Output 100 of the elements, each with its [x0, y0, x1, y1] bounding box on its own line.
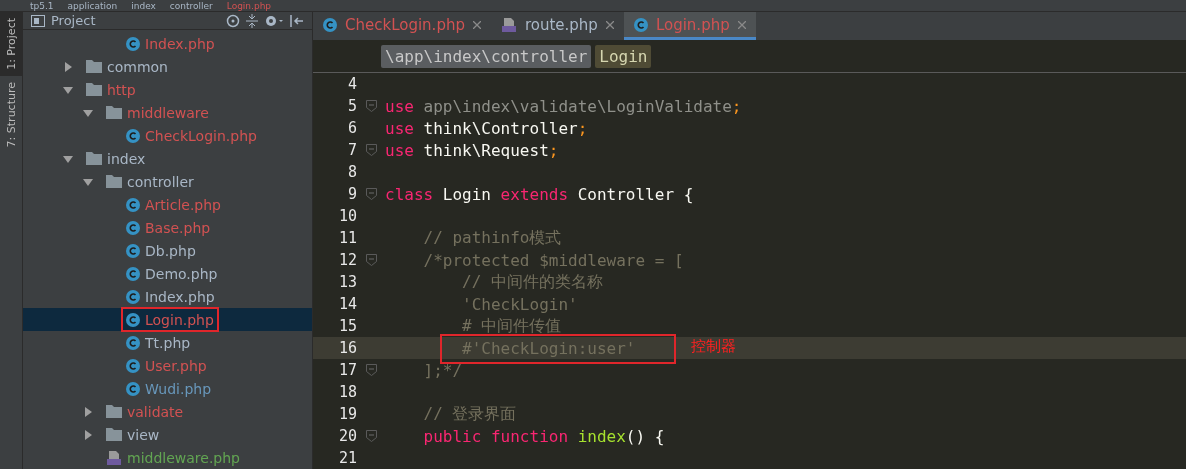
line-number: 11: [337, 229, 357, 247]
folder-icon: [106, 428, 122, 441]
tree-item-label[interactable]: common: [107, 58, 168, 75]
editor-tab[interactable]: route.php: [490, 12, 624, 40]
tree-item-label[interactable]: Wudi.php: [145, 380, 212, 397]
class-icon: [126, 36, 140, 51]
tree-item-label[interactable]: CheckLogin.php: [145, 127, 257, 144]
class-icon: [126, 312, 140, 327]
hide-panel-icon[interactable]: [290, 13, 304, 28]
tree-row[interactable]: common: [23, 55, 312, 78]
tree-item-label[interactable]: Article.php: [145, 196, 221, 213]
breadcrumb-item[interactable]: tp5.1: [30, 1, 54, 11]
fold-marker-icon[interactable]: [365, 188, 377, 200]
tree-item-label[interactable]: validate: [127, 403, 184, 420]
tree-row[interactable]: middleware.php: [23, 446, 312, 469]
code-breadcrumb[interactable]: Login: [595, 44, 652, 68]
tree-row[interactable]: controller: [23, 170, 312, 193]
line-number: 5: [346, 97, 357, 115]
folder-icon: [86, 60, 102, 73]
tree-item-label[interactable]: User.php: [145, 357, 207, 374]
tree-item-label[interactable]: Db.php: [145, 242, 196, 259]
tree-item-label[interactable]: Index.php: [145, 288, 215, 305]
editor-tab[interactable]: CheckLogin.php: [313, 12, 491, 40]
class-icon: [126, 381, 140, 396]
tree-row[interactable]: Db.php: [23, 239, 312, 262]
line-number: 20: [337, 427, 357, 445]
tree-row[interactable]: Base.php: [23, 216, 312, 239]
fold-marker-icon[interactable]: [365, 144, 377, 156]
close-icon[interactable]: [737, 20, 746, 29]
line-number: 8: [346, 163, 357, 181]
panel-title[interactable]: Project: [51, 13, 220, 28]
settings-icon[interactable]: [264, 13, 284, 28]
tree-row[interactable]: Wudi.php: [23, 377, 312, 400]
tree-item-label[interactable]: Login.php: [145, 311, 214, 328]
collapsed-arrow-icon[interactable]: [83, 429, 93, 440]
code-text: // 登录界面: [422, 403, 517, 425]
tree-row[interactable]: CheckLogin.php: [23, 124, 312, 147]
fold-marker-icon[interactable]: [365, 254, 377, 266]
code-text: /*protected $middleware = [: [422, 250, 684, 270]
tree-item-label[interactable]: Index.php: [145, 35, 215, 52]
line-number: 14: [337, 295, 357, 313]
line-number: 12: [337, 251, 357, 269]
code-text: // 中间件的类名称: [461, 271, 603, 293]
project-icon: [31, 14, 45, 27]
php-file-icon: [500, 16, 517, 33]
breadcrumb-item[interactable]: application: [67, 1, 118, 11]
tree-item-label[interactable]: index: [107, 150, 146, 167]
breadcrumb-item[interactable]: controller: [169, 1, 213, 11]
collapsed-arrow-icon[interactable]: [83, 406, 93, 417]
fold-marker-icon[interactable]: [365, 100, 377, 112]
code-text: # 中间件传值: [461, 315, 562, 337]
line-number: 7: [346, 141, 357, 159]
tree-row[interactable]: view: [23, 423, 312, 446]
breadcrumb-item[interactable]: Login.php: [226, 1, 272, 11]
line-number: 4: [346, 75, 357, 93]
fold-marker-icon[interactable]: [365, 430, 377, 442]
tree-item-label[interactable]: Demo.php: [145, 265, 218, 282]
expanded-arrow-icon[interactable]: [63, 153, 73, 164]
class-icon: [126, 128, 140, 143]
line-number: 9: [346, 185, 357, 203]
line-number: 16: [337, 339, 357, 357]
tool-window-tab[interactable]: 1: Project: [0, 12, 22, 76]
line-number: 13: [337, 273, 357, 291]
tree-row[interactable]: Tt.php: [23, 331, 312, 354]
tree-row[interactable]: User.php: [23, 354, 312, 377]
code-text: use app\index\validate\LoginValidate;: [385, 96, 742, 116]
tree-item-label[interactable]: Tt.php: [145, 334, 191, 351]
tree-item-label[interactable]: Base.php: [145, 219, 211, 236]
folder-icon: [86, 152, 102, 165]
tree-row[interactable]: Index.php: [23, 32, 312, 55]
line-number: 10: [337, 207, 357, 225]
close-icon[interactable]: [472, 20, 481, 29]
close-icon[interactable]: [605, 20, 614, 29]
expanded-arrow-icon[interactable]: [83, 107, 93, 118]
collapsed-arrow-icon[interactable]: [63, 61, 73, 72]
expanded-arrow-icon[interactable]: [83, 176, 93, 187]
line-number: 15: [337, 317, 357, 335]
target-icon[interactable]: [226, 13, 240, 28]
expanded-arrow-icon[interactable]: [63, 84, 73, 95]
tool-window-tab[interactable]: 7: Structure: [0, 75, 22, 154]
tree-item-label[interactable]: view: [127, 426, 160, 443]
tree-row[interactable]: Demo.php: [23, 262, 312, 285]
code-breadcrumb[interactable]: \app\index\controller: [381, 44, 592, 68]
tree-row[interactable]: Login.php: [23, 308, 312, 331]
tree-item-label[interactable]: http: [107, 81, 136, 98]
tree-row[interactable]: middleware: [23, 101, 312, 124]
tree-item-label[interactable]: controller: [127, 173, 194, 190]
tree-item-label[interactable]: middleware.php: [127, 449, 240, 466]
tree-item-label[interactable]: middleware: [127, 104, 209, 121]
class-icon: [126, 358, 140, 373]
tree-row[interactable]: Index.php: [23, 285, 312, 308]
tree-row[interactable]: index: [23, 147, 312, 170]
tree-row[interactable]: http: [23, 78, 312, 101]
breadcrumb-item[interactable]: index: [131, 1, 156, 11]
code-text: #'CheckLogin:user': [461, 338, 636, 358]
fold-marker-icon[interactable]: [365, 364, 377, 376]
code-text: use think\Controller;: [385, 118, 588, 138]
tree-row[interactable]: validate: [23, 400, 312, 423]
tree-row[interactable]: Article.php: [23, 193, 312, 216]
collapse-icon[interactable]: [246, 13, 258, 28]
